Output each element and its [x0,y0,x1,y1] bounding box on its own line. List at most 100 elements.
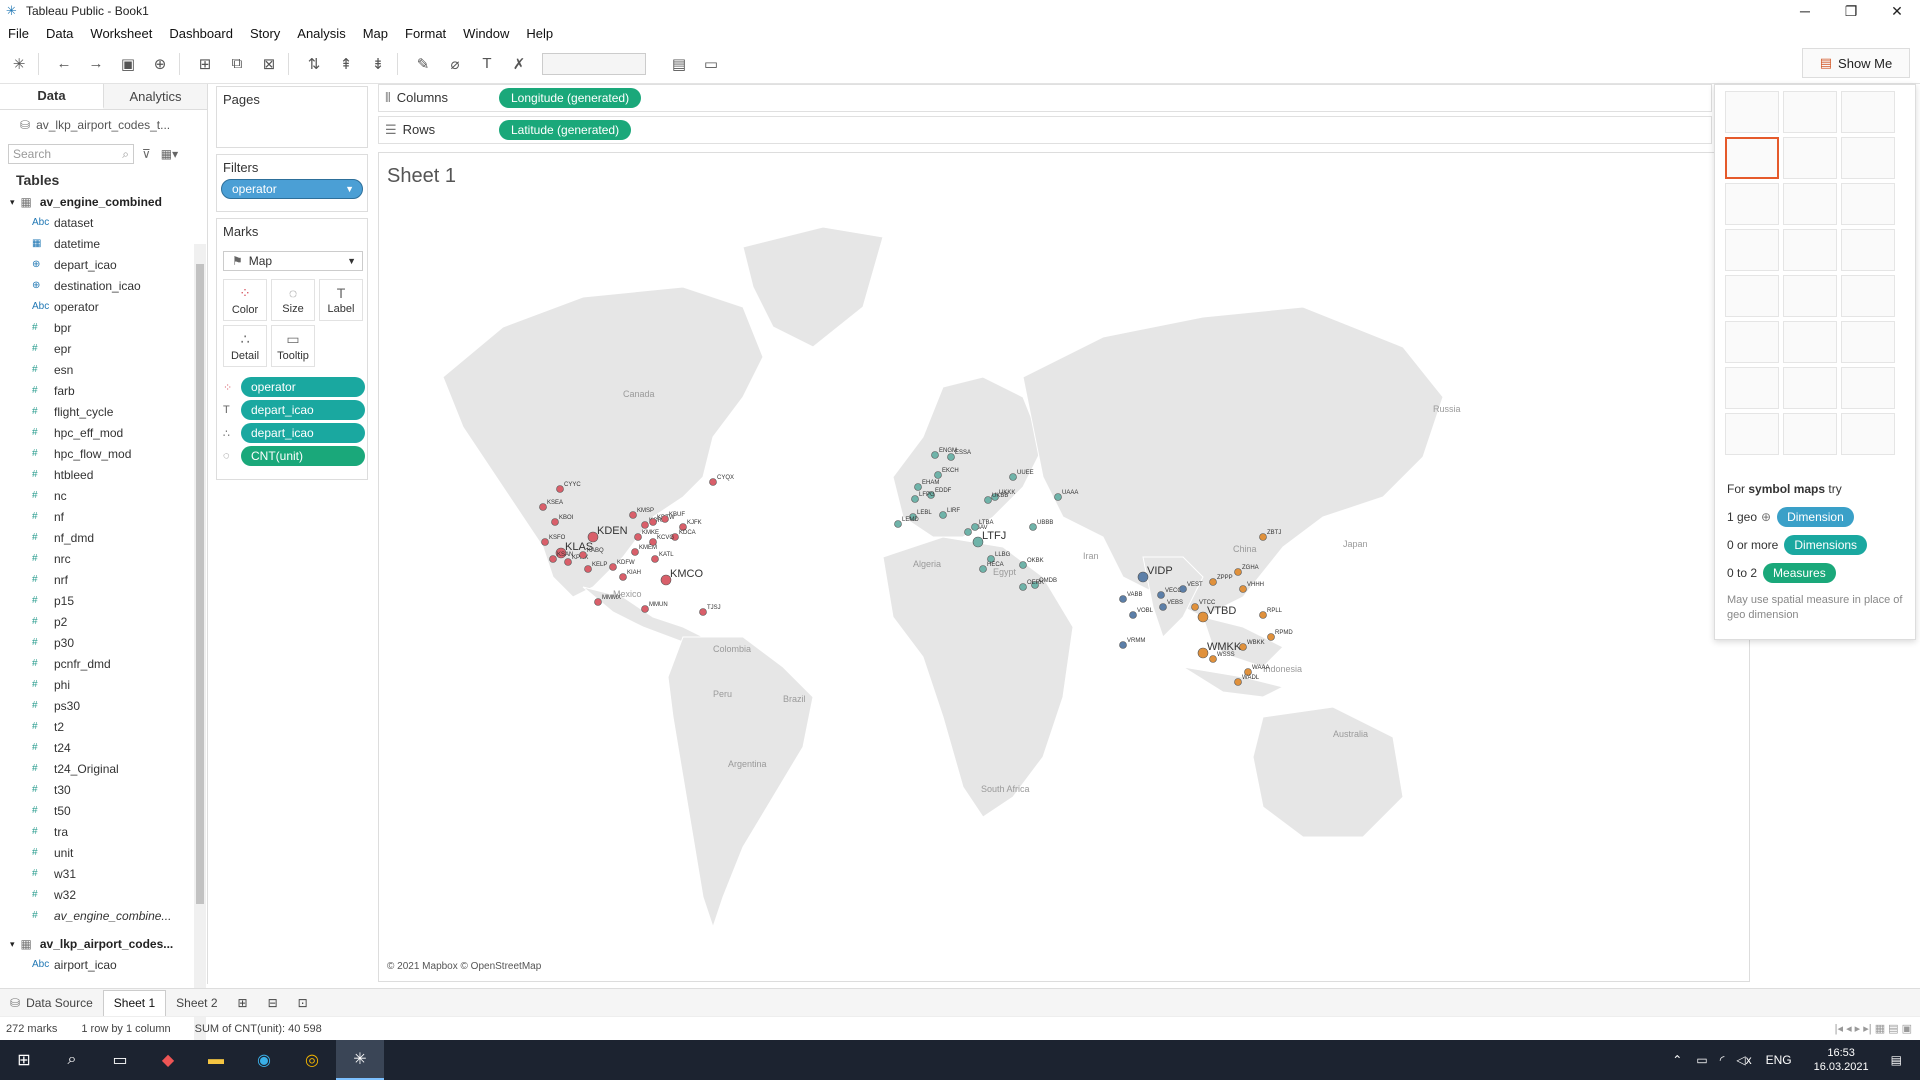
mark-ltba[interactable] [971,523,979,531]
mark-ukbb[interactable] [984,496,992,504]
mark-katl[interactable] [651,555,659,563]
table-av-engine-combined[interactable]: ▾ ▦ av_engine_combined [0,192,207,212]
menu-window[interactable]: Window [463,26,509,41]
menu-format[interactable]: Format [405,26,446,41]
chart-type-side-by-side-circles[interactable] [1841,229,1895,271]
chart-type-highlight-table[interactable] [1841,91,1895,133]
menu-analysis[interactable]: Analysis [297,26,345,41]
filter-pill-operator[interactable]: operator ▼ [221,179,363,199]
marks-field-row[interactable]: Tdepart_icao [223,400,365,420]
mark-kboi[interactable] [551,518,559,526]
menu-dashboard[interactable]: Dashboard [169,26,233,41]
marks-pill-operator[interactable]: operator [241,377,365,397]
tab-sheet-2[interactable]: Sheet 2 [166,990,227,1016]
field-depart-icao[interactable]: ⊕ depart_icao [0,254,207,275]
filter-fields-icon[interactable]: ⊽ [142,147,151,161]
new-dashboard-icon[interactable]: ⊟ [258,990,288,1016]
battery-icon[interactable]: ▭ [1696,1053,1707,1067]
close-icon[interactable]: ✕ [1874,0,1920,22]
tooltip-button[interactable]: ▭ Tooltip [271,325,315,367]
mark-kord[interactable] [641,521,649,529]
file-explorer-icon[interactable]: ▬ [192,1040,240,1080]
chart-type-heat-map[interactable] [1783,91,1837,133]
mark-wbkk[interactable] [1239,643,1247,651]
mark-mmmx[interactable] [594,598,602,606]
menu-map[interactable]: Map [363,26,388,41]
field-phi[interactable]: # phi [0,674,207,695]
pages-card[interactable]: Pages [216,86,368,148]
mark-kdfw[interactable] [609,563,617,571]
language-indicator[interactable]: ENG [1766,1053,1792,1067]
chart-type-box-whisker[interactable] [1841,367,1895,409]
marks-pill-depart-icao-detail[interactable]: depart_icao [241,423,365,443]
mark-kelp[interactable] [584,565,592,573]
scrollbar-thumb[interactable] [196,264,204,904]
mark-kmke[interactable] [634,533,642,541]
chart-type-dual-combination[interactable] [1841,321,1895,363]
field-dataset[interactable]: Abc dataset [0,212,207,233]
mark-kcvg[interactable] [649,538,657,546]
mark-kdtw[interactable] [649,518,657,526]
view-options-icon[interactable]: ▦▾ [161,147,178,161]
chart-type-text-table[interactable] [1725,91,1779,133]
duplicate-sheet-icon[interactable]: ⧉ [224,51,250,77]
field-nrf[interactable]: # nrf [0,569,207,590]
field-av-engine-combine-[interactable]: # av_engine_combine... [0,905,207,926]
mark-lgav[interactable] [964,528,972,536]
mark-vest[interactable] [1179,585,1187,593]
mark-wsss[interactable] [1209,655,1217,663]
tableau-home-icon[interactable]: ✳ [6,51,32,77]
new-worksheet-icon[interactable]: ⊞ [228,990,258,1016]
chart-type-histogram[interactable] [1783,367,1837,409]
fix-axes-icon[interactable]: ✗ [506,51,532,77]
notifications-icon[interactable]: ▤ [1891,1053,1902,1067]
chart-type-area-discrete[interactable] [1783,321,1837,363]
color-button[interactable]: ⁘ Color [223,279,267,321]
field-t50[interactable]: # t50 [0,800,207,821]
mark-vecc[interactable] [1157,591,1165,599]
field-hpc-flow-mod[interactable]: # hpc_flow_mod [0,443,207,464]
tableau-taskbar-icon[interactable]: ✳ [336,1040,384,1080]
field-nc[interactable]: # nc [0,485,207,506]
chrome-icon[interactable]: ◎ [288,1040,336,1080]
detail-button[interactable]: ∴ Detail [223,325,267,367]
mark-vabb[interactable] [1119,595,1127,603]
swap-rows-columns-icon[interactable]: ⇅ [301,51,327,77]
wifi-icon[interactable]: ◜ [1720,1053,1725,1067]
mark-heca[interactable] [979,565,987,573]
chart-type-filled-map[interactable] [1783,137,1837,179]
menu-story[interactable]: Story [250,26,280,41]
field-hpc-eff-mod[interactable]: # hpc_eff_mod [0,422,207,443]
mark-lfpg[interactable] [911,495,919,503]
field-t2[interactable]: # t2 [0,716,207,737]
group-icon[interactable]: ⌀ [442,51,468,77]
menu-worksheet[interactable]: Worksheet [90,26,152,41]
mark-zgha[interactable] [1234,568,1242,576]
label-button[interactable]: T Label [319,279,363,321]
filters-card[interactable]: Filters operator ▼ [216,154,368,212]
vertical-scrollbar[interactable] [194,244,206,1069]
mark-tjsj[interactable] [699,608,707,616]
rows-shelf[interactable]: ☰ Rows Latitude (generated) [378,116,1712,144]
collapse-icon[interactable]: ▾ [10,939,15,950]
sort-descending-icon[interactable]: ⇟ [365,51,391,77]
mark-cyqx[interactable] [709,478,717,486]
mark-vhhh[interactable] [1239,585,1247,593]
field-datetime[interactable]: ▦ datetime [0,233,207,254]
sort-ascending-icon[interactable]: ⇞ [333,51,359,77]
size-button[interactable]: ◌ Size [271,279,315,321]
tab-nav-icons[interactable]: |◂ ◂ ▸ ▸| ▦ ▤ ▣ [1835,1022,1912,1035]
tray-chevron-icon[interactable]: ⌃ [1672,1053,1682,1067]
field-farb[interactable]: # farb [0,380,207,401]
sheet-title[interactable]: Sheet 1 [387,165,456,188]
chart-type-symbol-map[interactable] [1725,137,1779,179]
redo-icon[interactable]: → [83,51,109,77]
chart-type-packed-bubbles[interactable] [1841,413,1895,455]
mark-kabq[interactable] [579,551,587,559]
minimize-icon[interactable]: ─ [1782,0,1828,22]
mark-ksea[interactable] [539,503,547,511]
chart-type-side-by-side-bars[interactable] [1841,183,1895,225]
chart-type-continuous-lines[interactable] [1725,275,1779,317]
field-nf[interactable]: # nf [0,506,207,527]
mark-mmun[interactable] [641,605,649,613]
